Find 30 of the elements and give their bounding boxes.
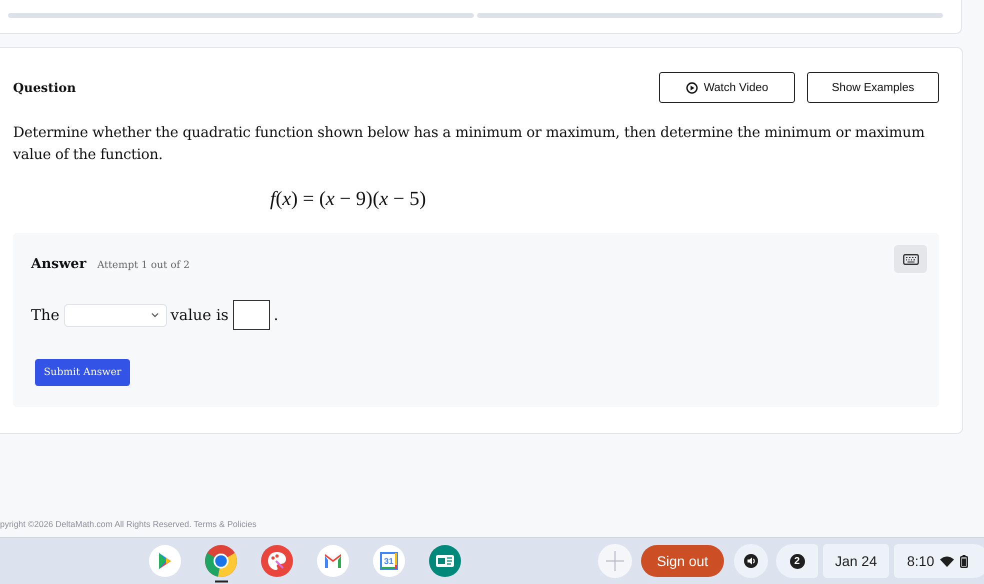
answer-text: The — [31, 306, 60, 324]
formula: f(x) = (x − 9)(x − 5) — [270, 188, 426, 211]
notification-count: 2 — [790, 554, 804, 568]
date-button[interactable]: Jan 24 — [823, 544, 889, 578]
notification-button[interactable]: 2 — [776, 544, 818, 578]
watch-video-button[interactable]: Watch Video — [659, 72, 795, 103]
answer-text: . — [274, 306, 278, 324]
keyboard-icon — [902, 254, 918, 264]
battery-icon — [960, 554, 968, 568]
question-heading: Question — [13, 80, 76, 95]
clock-time: 8:10 — [907, 553, 934, 569]
question-text: Determine whether the quadratic function shown below has a minimum or maximum, then determine the minimum or maximum value of the function. — [13, 124, 926, 165]
chevron-icon — [150, 312, 159, 318]
wifi-icon — [940, 556, 954, 566]
sign-out-button[interactable]: Sign out — [641, 545, 724, 577]
submit-answer-button[interactable]: Submit Answer — [35, 359, 130, 386]
answer-text: value is — [170, 306, 229, 324]
browser-icon[interactable] — [205, 545, 237, 583]
keyboard-button[interactable] — [894, 245, 927, 273]
speaker-icon — [744, 554, 758, 568]
show-examples-button[interactable]: Show Examples — [807, 72, 939, 103]
copyright-text: pyright ©2026 DeltaMath.com All Rights Reserved. Terms & Policies — [0, 519, 256, 529]
answer-heading: Answer — [31, 256, 86, 272]
attempt-count: Attempt 1 out of 2 — [97, 260, 190, 270]
calendar-day: 31 — [384, 556, 394, 566]
answer-input[interactable] — [232, 300, 270, 330]
crosshair-icon — [603, 549, 627, 573]
audio-button[interactable] — [734, 544, 768, 578]
status-area[interactable]: 8:10 — [894, 544, 984, 578]
play-icon — [686, 82, 698, 94]
